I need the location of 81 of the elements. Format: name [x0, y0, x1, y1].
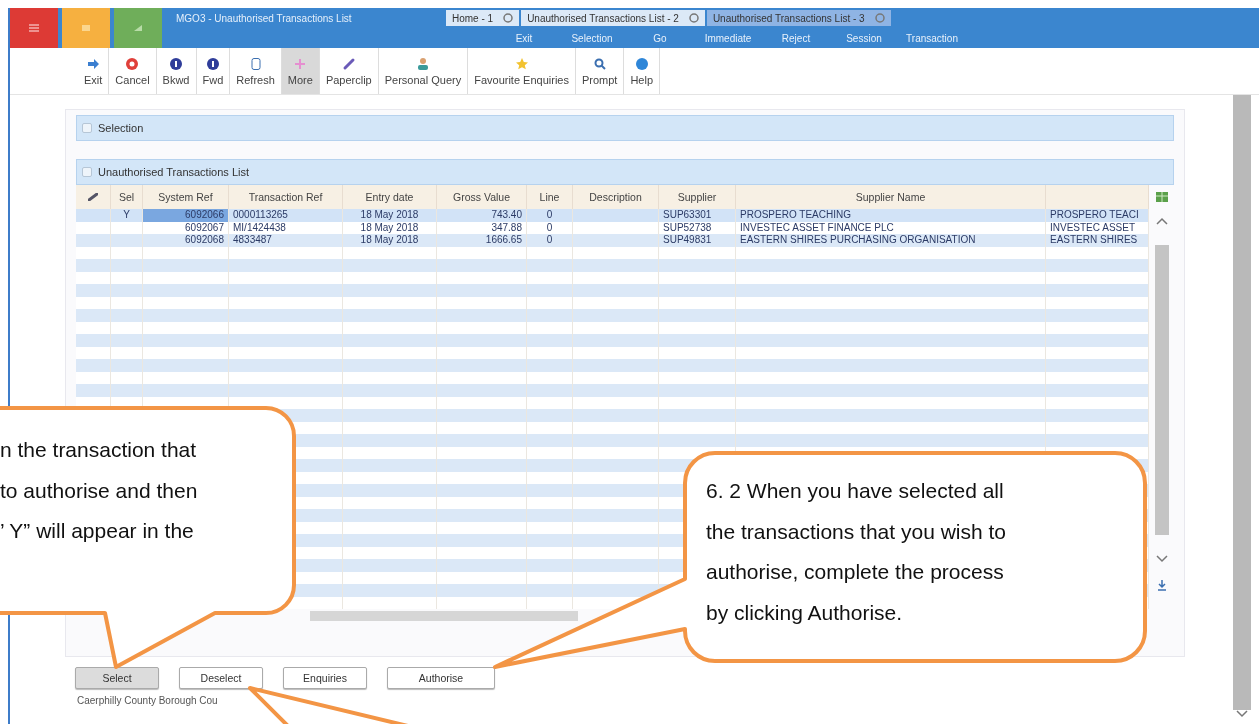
table-cell: 1666.65 [437, 234, 527, 247]
section-title: Selection [98, 122, 144, 134]
menu-item[interactable]: Go [626, 32, 694, 44]
table-cell: 18 May 2018 [343, 234, 437, 247]
table-cell: PROSPERO TEACHING [736, 209, 1046, 222]
table-cell: 4833487 [229, 234, 343, 247]
search-icon [592, 56, 607, 71]
tab[interactable]: Unauthorised Transactions List - 3 [706, 10, 891, 26]
section-header[interactable]: Unauthorised Transactions List [76, 159, 1174, 185]
menu-item[interactable]: Selection [558, 32, 626, 44]
gear-icon[interactable] [688, 13, 699, 23]
window-title: MGO3 - Unauthorised Transactions List [176, 12, 353, 24]
callout-text: n the transaction that to authorise and then ’ Y” will appear in the [0, 437, 198, 544]
horizontal-scrollbar[interactable] [310, 611, 578, 621]
toolbar-button[interactable]: Personal Query [378, 48, 469, 94]
download-icon[interactable] [1156, 579, 1167, 591]
toolbar-button[interactable]: Exit [78, 48, 110, 94]
table-cell: SUP49831 [659, 234, 736, 247]
table-cell: PROSPERO TEACI [1046, 209, 1149, 222]
paperclip-icon [88, 193, 98, 201]
toolbar-button[interactable]: Fwd [196, 48, 231, 94]
scrollbar-thumb[interactable] [1154, 245, 1169, 535]
expand-icon[interactable] [82, 123, 92, 133]
menu-item[interactable]: Session [830, 32, 898, 44]
paperclip-icon [341, 56, 356, 71]
callout-text: 6. 2 When you have selected all the transactions that you wish to authorise, complete the process by clicking Authorise. [706, 478, 1006, 626]
menu-item[interactable]: Immediate [694, 32, 762, 44]
home-tile[interactable] [62, 8, 110, 48]
menu-item[interactable]: Transaction [898, 32, 966, 44]
menu-tile[interactable] [10, 8, 58, 48]
table-cell: 0 [527, 234, 573, 247]
toolbar-button[interactable]: Prompt [575, 48, 625, 94]
footer-text: Caerphilly County Borough Cou [76, 694, 219, 706]
toolbar-button[interactable]: Bkwd [156, 48, 197, 94]
refresh-icon [248, 56, 263, 71]
tab[interactable]: Home - 1 [446, 10, 520, 26]
page-scrollbar[interactable] [1233, 95, 1251, 710]
chart-tile[interactable] [114, 8, 162, 48]
table-cell: 743.40 [437, 209, 527, 222]
toolbar-button[interactable]: More [281, 48, 320, 94]
menu-item[interactable]: Reject [762, 32, 830, 44]
star-icon [514, 56, 529, 71]
cancel-icon [125, 56, 140, 71]
table-cell: 18 May 2018 [343, 209, 437, 222]
person-icon [415, 56, 430, 71]
tab[interactable]: Unauthorised Transactions List - 2 [521, 10, 705, 26]
table-cell: EASTERN SHIRES [1046, 234, 1149, 247]
forward-icon [205, 56, 220, 71]
toolbar-button[interactable]: Help [624, 48, 661, 94]
spreadsheet-icon[interactable] [1154, 191, 1169, 203]
table-cell: SUP63301 [659, 209, 736, 222]
help-icon [634, 56, 649, 71]
expand-icon[interactable] [82, 167, 92, 177]
menu-icon [29, 24, 39, 32]
plus-icon [293, 56, 308, 71]
table-row[interactable]: Y 6092066 0000113265 18 May 2018 743.40 0 SUP63301 PROSPERO TEACHING PROSPERO TEACI [76, 209, 1149, 222]
gear-icon[interactable] [503, 13, 514, 23]
action-button[interactable]: Authorise [387, 667, 495, 689]
gear-icon[interactable] [874, 13, 885, 23]
table-cell: 6092068 [143, 234, 229, 247]
toolbar-button[interactable]: Favourite Enquiries [468, 48, 576, 94]
scroll-down-icon[interactable] [1155, 555, 1168, 563]
section-header[interactable]: Selection [76, 115, 1174, 141]
scroll-up-icon[interactable] [1155, 217, 1168, 225]
square-icon [82, 25, 90, 31]
exit-icon [86, 56, 101, 71]
action-button[interactable]: Enquiries [283, 667, 367, 689]
toolbar-button[interactable]: Paperclip [319, 48, 379, 94]
action-button[interactable]: Deselect [179, 667, 263, 689]
table-row[interactable]: 6092068 4833487 18 May 2018 1666.65 0 SUP49831 EASTERN SHIRES PURCHASING ORGANISATION EASTERN SHIRES [76, 234, 1149, 247]
back-icon [169, 56, 184, 71]
chart-icon [134, 25, 142, 31]
action-button[interactable]: Select [75, 667, 159, 689]
scroll-down-icon[interactable] [1236, 710, 1248, 718]
table-cell: EASTERN SHIRES PURCHASING ORGANISATION [736, 234, 1046, 247]
section-title: Unauthorised Transactions List [98, 166, 250, 178]
table-cell: 6092066 [143, 209, 229, 222]
toolbar-button[interactable]: Cancel [109, 48, 157, 94]
toolbar-button[interactable]: Refresh [230, 48, 282, 94]
table-cell: 0000113265 [229, 209, 343, 222]
table-cell: 0 [527, 209, 573, 222]
